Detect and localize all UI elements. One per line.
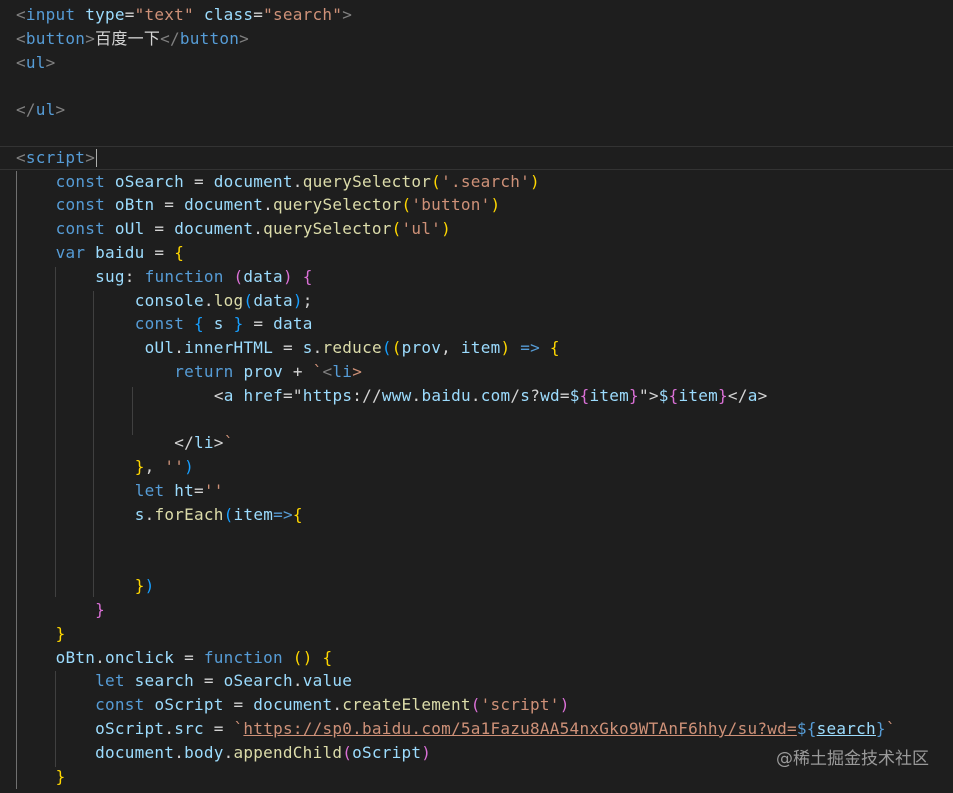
code-line[interactable]: document.body.appendChild(oScript) (16, 741, 431, 765)
watermark: @稀土掘金技术社区 (776, 749, 929, 769)
code-line[interactable]: </ul> (16, 98, 65, 122)
code-line[interactable]: oBtn.onclick = function () { (16, 646, 333, 670)
code-line[interactable]: var baidu = { (16, 241, 184, 265)
code-line[interactable]: let search = oSearch.value (16, 669, 352, 693)
code-line[interactable]: <ul> (16, 51, 56, 75)
code-line[interactable]: </li>` (16, 431, 234, 455)
code-line[interactable]: const { s } = data (16, 312, 313, 336)
code-line[interactable]: <button>百度一下</button> (16, 27, 249, 51)
code-line[interactable]: const oScript = document.createElement('… (16, 693, 570, 717)
text-cursor (96, 149, 98, 168)
code-line[interactable]: return prov + `<li> (16, 360, 362, 384)
code-line[interactable]: oScript.src = `https://sp0.baidu.com/5a1… (16, 717, 896, 741)
code-line[interactable]: } (16, 622, 66, 646)
code-line[interactable]: oUl.innerHTML = s.reduce((prov, item) =>… (16, 336, 560, 360)
code-editor[interactable]: <input type="text" class="search"> <butto… (0, 0, 953, 793)
code-line[interactable]: let ht='' (16, 479, 224, 503)
code-line[interactable]: <script> (0, 145, 953, 170)
code-line[interactable]: const oUl = document.querySelector('ul') (16, 217, 451, 241)
code-line[interactable]: const oSearch = document.querySelector('… (16, 170, 540, 194)
code-line[interactable]: const oBtn = document.querySelector('but… (16, 193, 501, 217)
code-line[interactable]: }) (16, 574, 155, 598)
code-line[interactable]: <a href="https://www.baidu.com/s?wd=${it… (16, 384, 767, 408)
code-line[interactable]: } (16, 765, 66, 789)
code-line[interactable]: } (16, 598, 105, 622)
code-line[interactable]: console.log(data); (16, 289, 313, 313)
code-line[interactable]: }, '') (16, 455, 194, 479)
code-line[interactable]: s.forEach(item=>{ (16, 503, 303, 527)
code-line[interactable]: <input type="text" class="search"> (16, 3, 352, 27)
code-line[interactable]: sug: function (data) { (16, 265, 313, 289)
